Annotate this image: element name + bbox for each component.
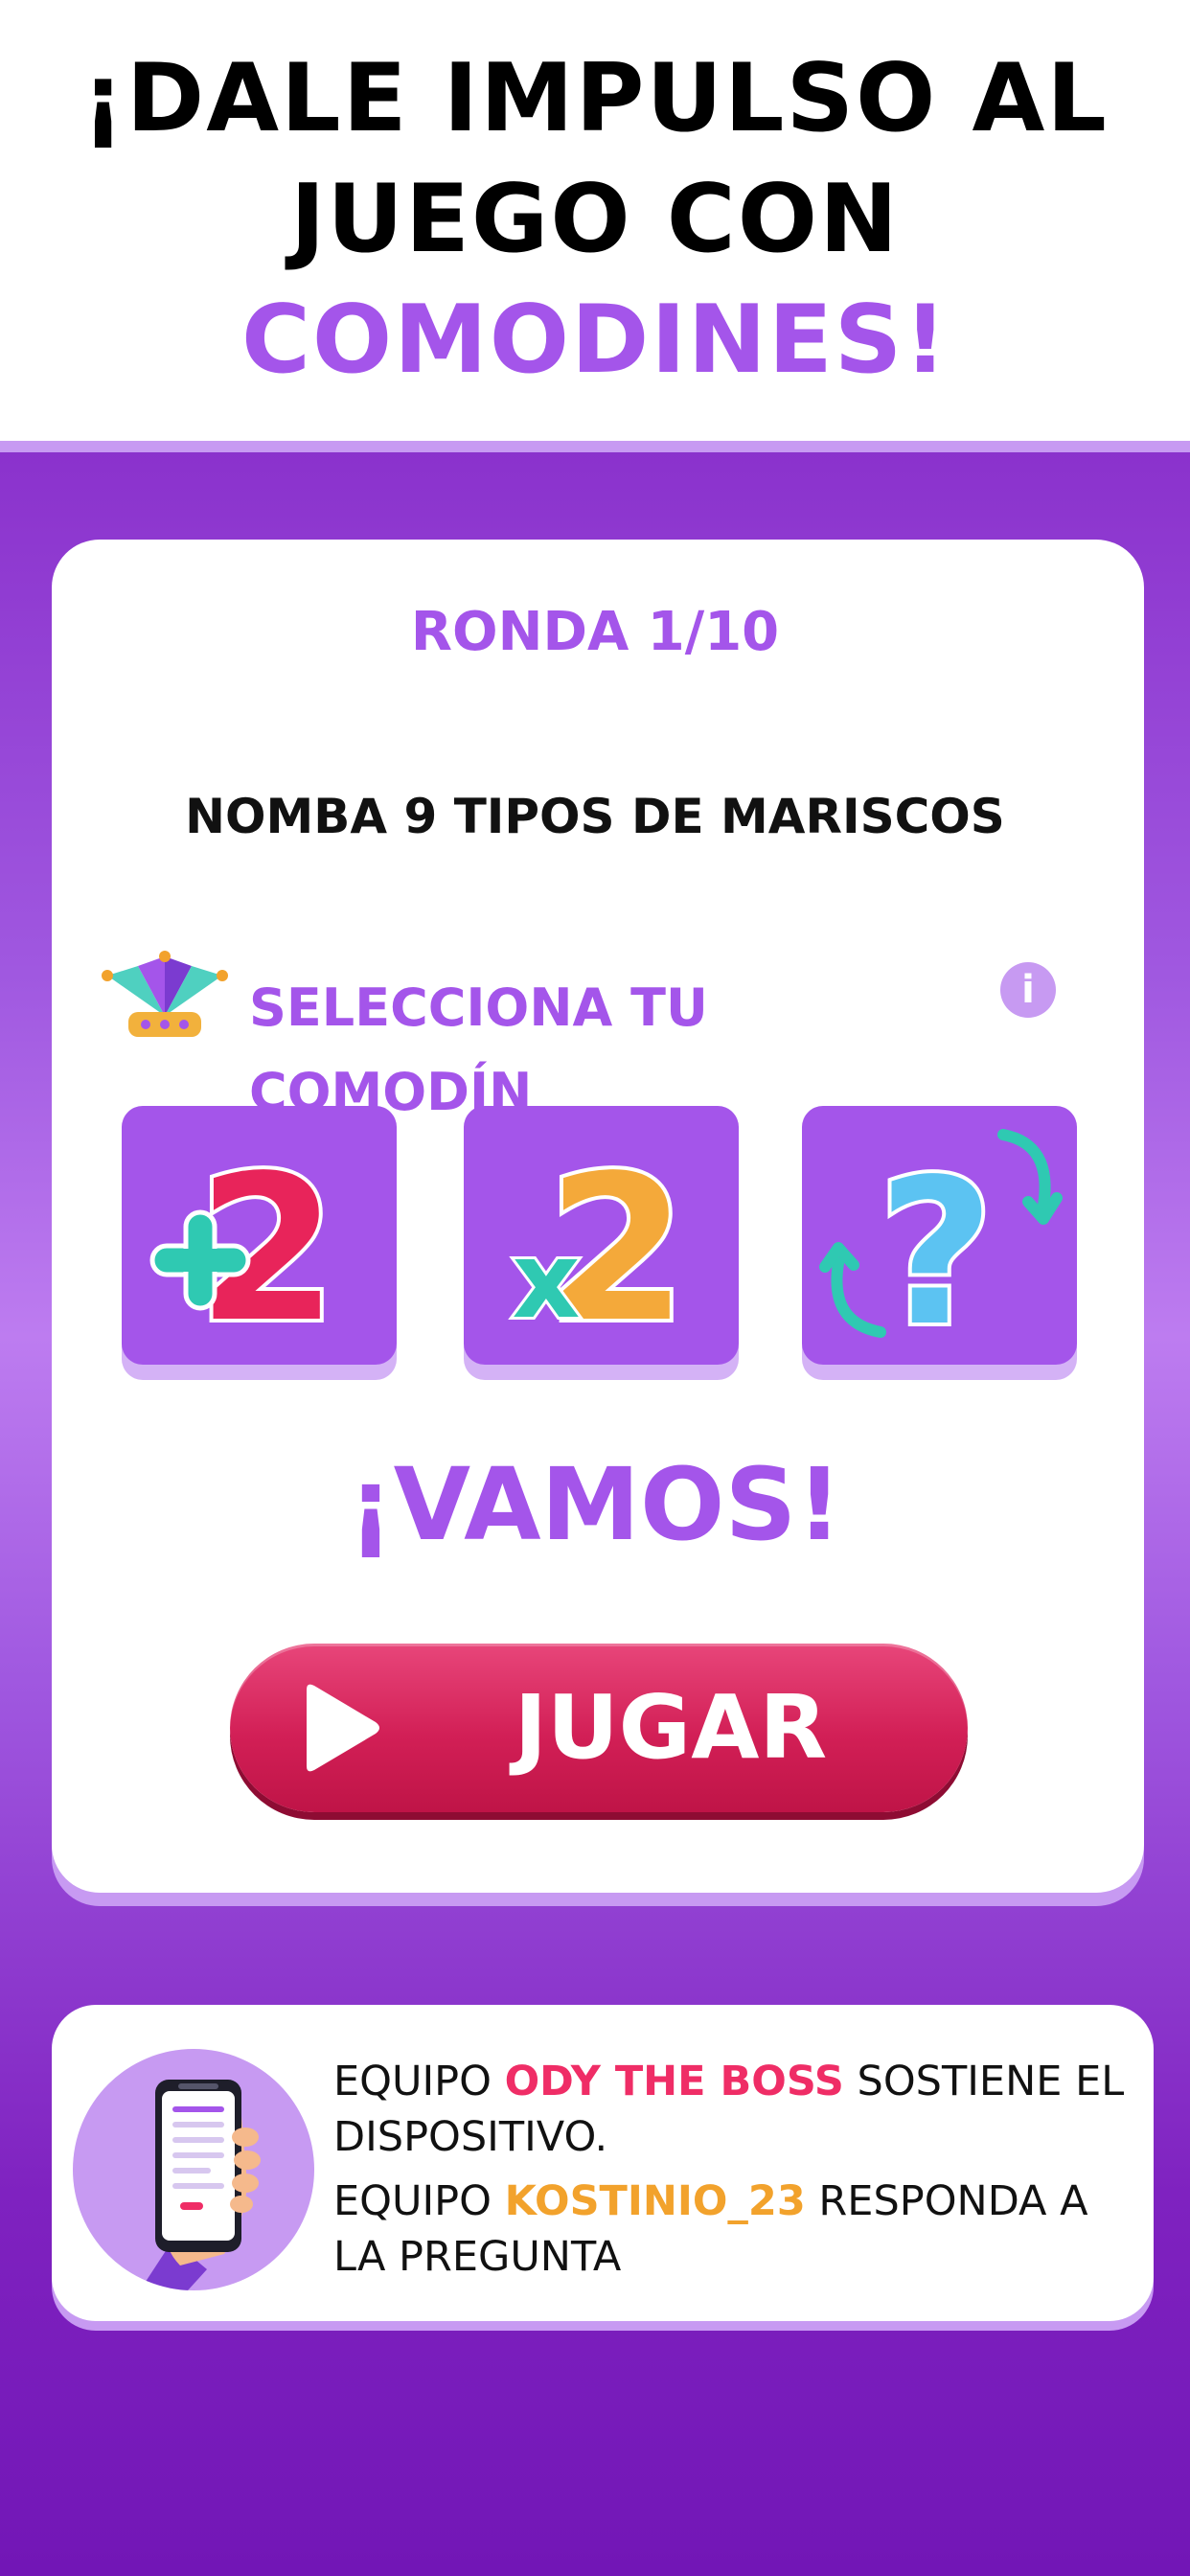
question-text: NOMBA 9 TIPOS DE MARISCOS xyxy=(185,789,1005,844)
turn-info-line-1: EQUIPO ODY THE BOSS SOSTIENE EL DISPOSIT… xyxy=(333,2054,1129,2165)
info-icon[interactable]: i xyxy=(1000,962,1056,1018)
svg-text:x: x xyxy=(513,1219,581,1342)
times-two-icon: 2 x xyxy=(510,1128,692,1365)
turn-info-prefix: EQUIPO xyxy=(333,2177,505,2225)
play-icon xyxy=(307,1684,379,1772)
headline-line-2: JUEGO CON xyxy=(289,165,901,274)
play-button[interactable]: JUGAR xyxy=(230,1644,968,1812)
headline-line-1: ¡DALE IMPULSO AL xyxy=(81,44,1109,153)
round-label: RONDA 1/10 xyxy=(410,601,780,663)
headline-line-3: COMODINES! xyxy=(240,286,950,395)
joker-times-two-button[interactable]: 2 x xyxy=(464,1106,739,1365)
joker-swap-question-button[interactable]: ? xyxy=(802,1106,1077,1365)
vamos-text: ¡VAMOS! xyxy=(348,1446,842,1563)
joker-plus-two-button[interactable]: 2 xyxy=(122,1106,397,1365)
divider xyxy=(0,441,1190,452)
team-answering-name: KOSTINIO_23 xyxy=(504,2177,806,2225)
swap-question-icon: ? xyxy=(819,1129,1063,1365)
turn-info-prefix: EQUIPO xyxy=(333,2058,505,2105)
play-button-label: JUGAR xyxy=(514,1676,828,1779)
jester-hat-icon xyxy=(102,951,228,1037)
svg-text:?: ? xyxy=(878,1136,995,1365)
team-holding-name: ODY THE BOSS xyxy=(504,2058,844,2105)
hand-phone-icon xyxy=(73,2049,314,2290)
plus-two-icon: 2 xyxy=(149,1128,341,1365)
turn-info-line-2: EQUIPO KOSTINIO_23 RESPONDA A LA PREGUNT… xyxy=(333,2174,1129,2285)
